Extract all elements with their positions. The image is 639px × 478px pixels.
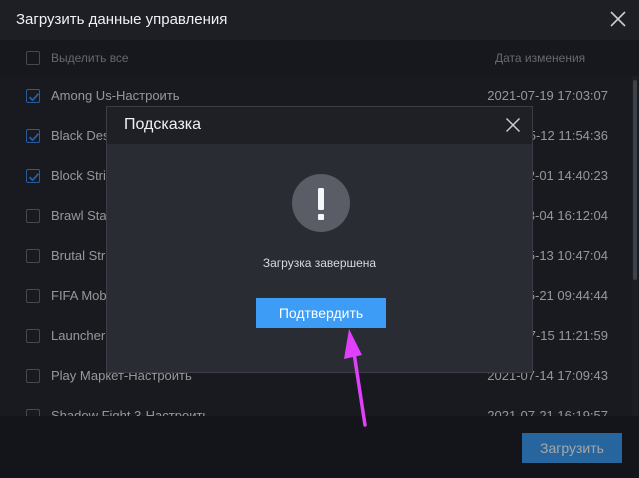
hint-dialog: Подсказка Загрузка завершена Подтвердить (106, 106, 533, 373)
confirm-button[interactable]: Подтвердить (256, 298, 386, 328)
exclamation-icon (292, 174, 350, 232)
close-icon[interactable] (608, 9, 628, 29)
dialog-message: Загрузка завершена (262, 256, 377, 270)
window-titlebar: Загрузить данные управления (0, 0, 639, 40)
window-title: Загрузить данные управления (16, 11, 228, 28)
dialog-header: Подсказка (107, 107, 532, 144)
annotation-arrow-icon (344, 329, 367, 427)
dialog-title: Подсказка (124, 116, 202, 133)
dialog-close-icon[interactable] (505, 117, 521, 133)
